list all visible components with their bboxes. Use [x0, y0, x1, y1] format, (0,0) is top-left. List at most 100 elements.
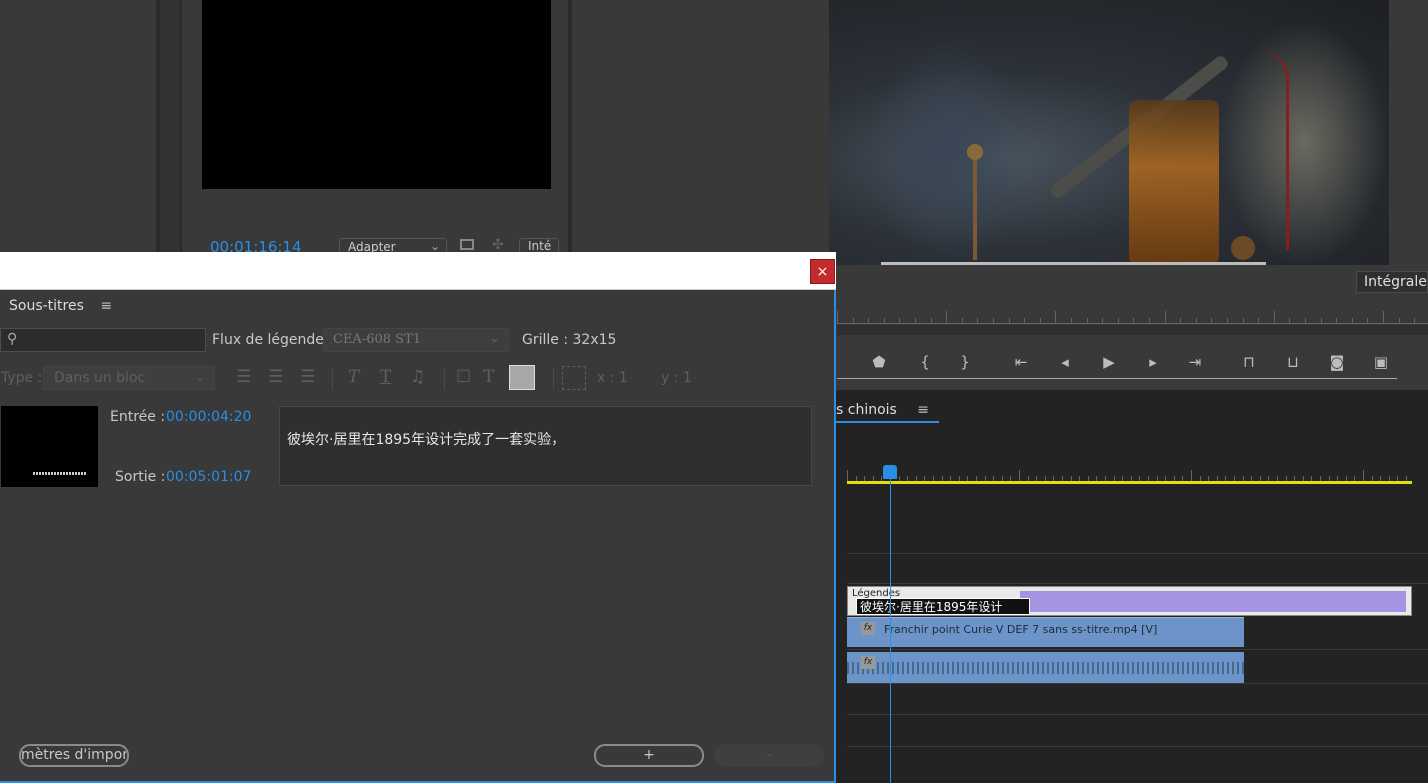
button-editor-icon[interactable]: ▣	[1367, 348, 1395, 376]
timeline-sequence-tab[interactable]: s chinois ≡	[836, 402, 940, 423]
track-divider	[847, 746, 1428, 747]
toolbar-separator	[553, 368, 554, 390]
import-settings-button[interactable]: mètres d'importa	[19, 744, 129, 767]
program-time-ruler[interactable]	[837, 308, 1428, 324]
out-point-timecode[interactable]: 00:05:01:07	[166, 469, 251, 485]
program-monitor-panel: Intégrale ⬟ { } ⇤ ◂ ▶ ▸ ⇥ ⊓ ⊔ ◙ ▣	[829, 0, 1428, 390]
text-color-icon[interactable]: T	[483, 367, 494, 387]
track-divider	[847, 553, 1428, 554]
captions-panel-header: Sous-titres ≡	[9, 298, 112, 314]
apparatus-stem	[973, 150, 977, 260]
caption-track-bar[interactable]	[1020, 591, 1406, 612]
ruler-tick	[977, 318, 979, 323]
type-label: Type :	[1, 370, 43, 386]
ruler-tick	[1258, 318, 1260, 323]
search-icon: ⚲	[7, 331, 18, 347]
ruler-tick	[899, 318, 901, 323]
lift-icon[interactable]: ⊓	[1235, 348, 1263, 376]
x-position-label: x : 1	[597, 370, 628, 386]
track-divider	[847, 649, 1428, 650]
caption-thumbnail[interactable]	[1, 406, 98, 487]
align-left-icon[interactable]: ☰	[236, 367, 251, 387]
ruler-tick	[1227, 318, 1228, 323]
caption-stream-dropdown[interactable]: CEA-608 ST1 ⌄	[323, 328, 509, 352]
toolbar-separator	[332, 368, 333, 390]
marker-icon[interactable]: ⬟	[865, 348, 893, 376]
type-dropdown-value: Dans un bloc	[54, 370, 146, 386]
remove-caption-button[interactable]: -	[714, 744, 824, 767]
ruler-tick	[1320, 318, 1322, 323]
timeline-ruler[interactable]	[847, 466, 1417, 482]
ruler-tick	[1211, 318, 1213, 323]
ruler-tick	[1398, 318, 1400, 323]
ruler-tick	[1351, 318, 1353, 323]
step-back-icon[interactable]: ◂	[1051, 348, 1079, 376]
ruler-tick	[1164, 311, 1166, 323]
transport-divider	[837, 378, 1397, 379]
ruler-tick	[837, 311, 838, 323]
transport-controls: ⬟ { } ⇤ ◂ ▶ ▸ ⇥ ⊓ ⊔ ◙ ▣	[859, 348, 1399, 376]
work-area-bar[interactable]	[847, 481, 1412, 484]
mark-in-icon[interactable]: {	[911, 348, 939, 376]
in-point-timecode[interactable]: 00:00:04:20	[166, 409, 251, 425]
captions-panel: Sous-titres ≡ ⚲ Flux de légende : CEA-60…	[0, 290, 836, 783]
ruler-tick	[1180, 318, 1182, 323]
audio-waveform	[847, 662, 1244, 674]
audio-clip[interactable]: fx	[847, 652, 1244, 683]
align-center-icon[interactable]: ☰	[268, 367, 283, 387]
captions-window-titlebar[interactable]: ×	[0, 252, 836, 290]
export-frame-icon[interactable]: ◙	[1323, 348, 1351, 376]
close-button[interactable]: ×	[810, 259, 835, 284]
menu-icon[interactable]: ≡	[917, 402, 929, 418]
ruler-tick	[1024, 318, 1026, 323]
caption-text-field[interactable]: 彼埃尔·居里在1895年设计完成了一套实验，	[279, 406, 812, 486]
step-forward-icon[interactable]: ▸	[1139, 348, 1167, 376]
program-zoom-bar[interactable]	[837, 325, 1428, 335]
italic-icon[interactable]: T	[348, 367, 359, 387]
search-input[interactable]: ⚲	[0, 328, 206, 352]
project-panel	[0, 0, 158, 252]
ruler-tick	[1071, 318, 1072, 323]
caption-clip[interactable]: 彼埃尔·居里在1895年设计	[856, 598, 1030, 615]
type-dropdown[interactable]: Dans un bloc ⌄	[43, 366, 215, 390]
playhead-handle[interactable]	[883, 465, 897, 479]
ruler-tick	[946, 311, 948, 323]
mark-out-icon[interactable]: }	[951, 348, 979, 376]
timeline-tab-label: s chinois	[836, 402, 897, 418]
underline-icon[interactable]: T	[380, 367, 391, 387]
caption-stream-label: Flux de légende :	[212, 332, 334, 348]
program-video-preview	[829, 0, 1389, 265]
go-to-in-icon[interactable]: ⇤	[1007, 348, 1035, 376]
fx-icon: fx	[861, 622, 875, 635]
y-position-label: y : 1	[661, 370, 692, 386]
play-icon[interactable]: ▶	[1095, 348, 1123, 376]
go-to-out-icon[interactable]: ⇥	[1181, 348, 1209, 376]
ruler-tick	[1336, 318, 1338, 323]
source-monitor-area: 00:01:16:14 Adapter ⌄ ✣ Inté	[0, 0, 829, 258]
ruler-tick	[1305, 318, 1306, 323]
music-note-icon[interactable]: ♫	[410, 367, 425, 387]
chevron-down-icon: ⌄	[429, 239, 440, 253]
caption-track[interactable]: Légendes 彼埃尔·居里在1895年设计	[847, 586, 1412, 616]
source-video-preview	[202, 0, 551, 189]
extract-icon[interactable]: ⊔	[1279, 348, 1307, 376]
background-box-icon[interactable]: ☐	[456, 367, 471, 387]
apparatus-knob	[1231, 236, 1255, 260]
fx-icon: fx	[861, 656, 875, 669]
background-color-swatch[interactable]	[509, 365, 535, 390]
ruler-tick	[1039, 318, 1041, 323]
ruler-tick	[961, 318, 963, 323]
align-right-icon[interactable]: ☰	[300, 367, 315, 387]
wrench-icon[interactable]: ✣	[492, 237, 504, 253]
chevron-down-icon: ⌄	[194, 369, 206, 385]
settings-icon[interactable]	[460, 239, 474, 250]
preview-scrub-line	[881, 262, 1266, 265]
ruler-tick	[1242, 318, 1244, 323]
position-grid-icon[interactable]	[562, 366, 586, 390]
video-clip[interactable]: fx Franchir point Curie V DEF 7 sans ss-…	[847, 617, 1244, 647]
grid-size-label: Grille : 32x15	[522, 332, 617, 348]
menu-icon[interactable]: ≡	[100, 298, 112, 314]
program-quality-dropdown[interactable]: Intégrale	[1356, 271, 1428, 293]
in-point-label: Entrée :	[110, 409, 166, 425]
add-caption-button[interactable]: +	[594, 744, 704, 767]
